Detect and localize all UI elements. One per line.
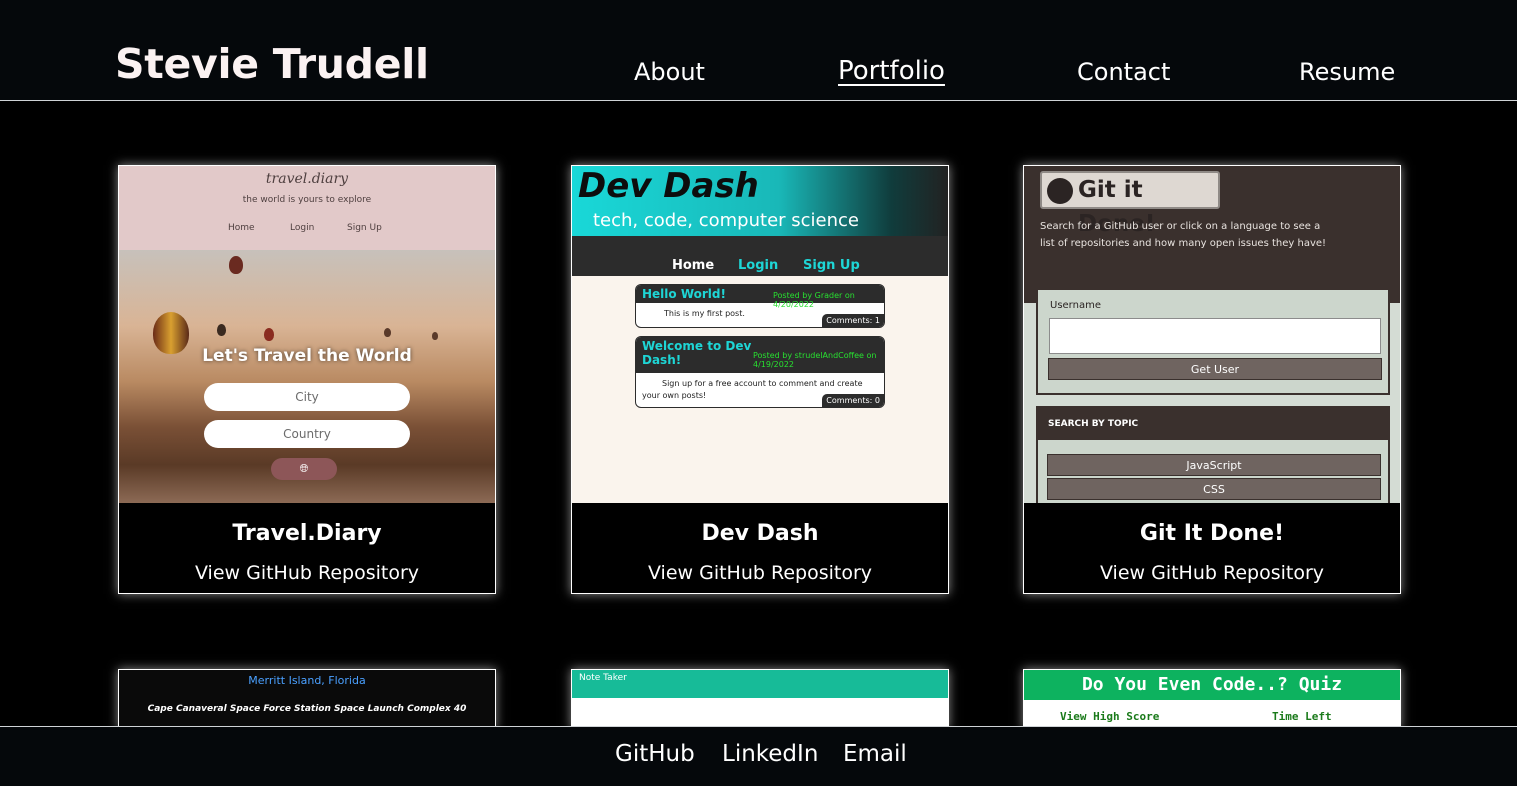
balloon-icon — [384, 328, 391, 337]
project-screenshot[interactable]: Do You Even Code..? Quiz View High Score… — [1024, 670, 1400, 728]
project-title: Dev Dash — [701, 521, 819, 546]
screenshot-user-form: Username Get User — [1036, 288, 1390, 395]
screenshot-topic-button: CSS — [1047, 478, 1381, 500]
footer-linkedin-link[interactable]: LinkedIn — [722, 741, 818, 767]
screenshot-tagline: the world is yours to explore — [242, 195, 372, 205]
screenshot-get-user-button: Get User — [1048, 358, 1382, 380]
screenshot-search-button: 🌐︎ — [271, 458, 337, 480]
screenshot-username-field — [1049, 318, 1381, 354]
screenshot-title: Dev Dash — [578, 166, 759, 206]
project-card-dev-dash: Dev Dash tech, code, computer science Ho… — [571, 165, 949, 594]
post-title: Welcome to Dev Dash! — [642, 339, 752, 367]
screenshot-header: travel.diary the world is yours to explo… — [119, 166, 495, 250]
project-screenshot[interactable]: Note Taker — [572, 670, 948, 728]
project-card-weather: Merritt Island, Florida Cape Canaveral S… — [118, 669, 496, 729]
screenshot-time-left: Time Left — [1272, 710, 1332, 723]
balloon-icon — [432, 332, 438, 340]
screenshot-nav: Home Login Sign Up — [572, 236, 948, 276]
project-title: Travel.Diary — [232, 521, 382, 546]
screenshot-nav-signup: Sign Up — [803, 258, 860, 273]
screenshot-title: Do You Even Code..? Quiz — [1081, 674, 1343, 695]
screenshot-topic-button: JavaScript — [1047, 454, 1381, 476]
nav-contact[interactable]: Contact — [1077, 58, 1170, 86]
project-card-git-it-done: Git it Done! Search for a GitHub user or… — [1023, 165, 1401, 594]
site-footer: GitHub LinkedIn Email — [0, 726, 1517, 786]
screenshot-nav-home: Home — [228, 223, 255, 233]
post-title: Hello World! — [642, 287, 726, 301]
post-comments: Comments: 0 — [822, 394, 884, 407]
footer-email-link[interactable]: Email — [843, 741, 907, 767]
screenshot-body: View High Score Time Left — [1024, 700, 1400, 728]
screenshot-subtitle: Cape Canaveral Space Force Station Space… — [147, 704, 467, 714]
project-card-note-taker: Note Taker — [571, 669, 949, 729]
screenshot-location: Merritt Island, Florida — [248, 674, 366, 687]
balloon-icon — [217, 324, 226, 336]
site-brand[interactable]: Stevie Trudell — [115, 40, 429, 88]
nav-about[interactable]: About — [634, 58, 705, 86]
project-title: Git It Done! — [1139, 521, 1285, 546]
screenshot-city-field: City — [204, 383, 410, 411]
screenshot-topic-heading: SEARCH BY TOPIC — [1038, 408, 1388, 440]
screenshot-nav-home: Home — [672, 258, 715, 273]
screenshot-country-field: Country — [204, 420, 410, 448]
screenshot-header: Git it Done! Search for a GitHub user or… — [1024, 166, 1400, 303]
project-screenshot[interactable]: Dev Dash tech, code, computer science Ho… — [572, 166, 948, 503]
post-comments: Comments: 1 — [822, 314, 884, 327]
balloon-icon — [229, 256, 243, 274]
globe-icon: 🌐︎ — [299, 462, 309, 475]
project-repo-link[interactable]: View GitHub Repository — [1024, 562, 1400, 584]
site-header: Stevie Trudell About Portfolio Contact R… — [0, 0, 1517, 101]
post-body: This is my first post. — [664, 309, 745, 318]
screenshot-body — [572, 698, 948, 728]
screenshot-header: Note Taker — [572, 670, 948, 698]
screenshot-logo: travel.diary — [265, 171, 349, 187]
screenshot-description: Search for a GitHub user or click on a l… — [1040, 218, 1326, 252]
footer-github-link[interactable]: GitHub — [615, 741, 695, 767]
screenshot-header: Dev Dash tech, code, computer science — [572, 166, 948, 236]
project-card-quiz: Do You Even Code..? Quiz View High Score… — [1023, 669, 1401, 729]
project-card-travel-diary: travel.diary the world is yours to explo… — [118, 165, 496, 594]
screenshot-title: Note Taker — [579, 673, 627, 683]
project-screenshot[interactable]: travel.diary the world is yours to explo… — [119, 166, 495, 503]
project-repo-link[interactable]: View GitHub Repository — [572, 562, 948, 584]
project-screenshot[interactable]: Merritt Island, Florida Cape Canaveral S… — [119, 670, 495, 728]
screenshot-nav-login: Login — [738, 258, 779, 273]
screenshot-username-label: Username — [1050, 300, 1101, 311]
screenshot-header: Do You Even Code..? Quiz — [1024, 670, 1400, 700]
github-icon — [1047, 178, 1073, 204]
screenshot-heading: Let's Travel the World — [202, 346, 412, 366]
balloon-icon — [264, 328, 274, 341]
screenshot-post: Welcome to Dev Dash! Posted by strudelAn… — [635, 336, 885, 408]
post-meta: Posted by Grader on 4/20/2022 — [773, 291, 855, 309]
project-repo-link[interactable]: View GitHub Repository — [119, 562, 495, 584]
screenshot-logo: Git it Done! — [1040, 171, 1220, 237]
screenshot-description-line: list of repositories and how many open i… — [1040, 238, 1327, 249]
screenshot-nav-signup: Sign Up — [347, 223, 382, 233]
screenshot-description-line: Search for a GitHub user or click on a l… — [1040, 221, 1321, 232]
screenshot-topic-panel: SEARCH BY TOPIC JavaScript CSS — [1036, 406, 1390, 503]
project-screenshot[interactable]: Git it Done! Search for a GitHub user or… — [1024, 166, 1400, 503]
nav-portfolio[interactable]: Portfolio — [838, 56, 945, 86]
screenshot-nav-login: Login — [290, 223, 315, 233]
post-meta: Posted by strudelAndCoffee on 4/19/2022 — [753, 351, 877, 369]
screenshot-subtitle: tech, code, computer science — [593, 210, 859, 231]
screenshot-post: Hello World! Posted by Grader on 4/20/20… — [635, 284, 885, 328]
nav-resume[interactable]: Resume — [1299, 58, 1395, 86]
screenshot-high-score-link: View High Score — [1060, 710, 1160, 723]
